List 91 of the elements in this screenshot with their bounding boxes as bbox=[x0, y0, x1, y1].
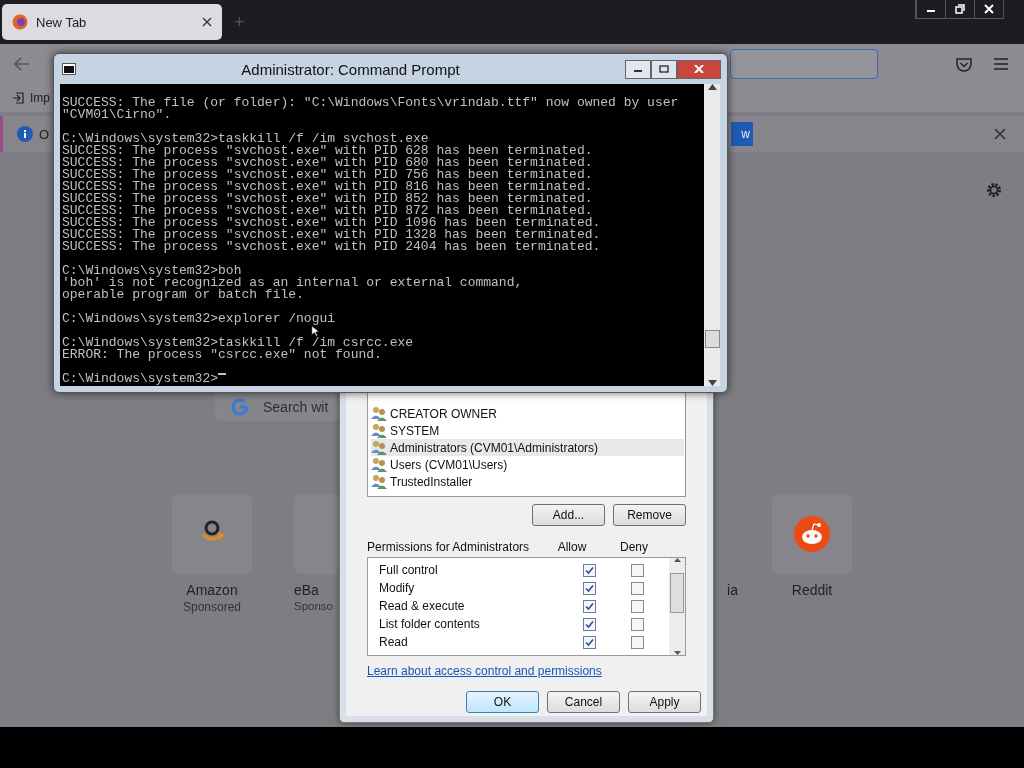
console-line: SUCCESS: The process "svchost.exe" with PID 680 has been terminated. bbox=[62, 157, 593, 169]
scrollbar-thumb[interactable] bbox=[704, 330, 720, 348]
search-field[interactable]: Search wit bbox=[215, 393, 339, 421]
permission-name: Modify bbox=[379, 581, 416, 595]
deny-checkbox[interactable] bbox=[631, 563, 644, 577]
users-icon bbox=[371, 423, 387, 438]
console-line: SUCCESS: The process "svchost.exe" with PID 852 has been terminated. bbox=[62, 193, 593, 205]
maximize-icon bbox=[659, 65, 669, 73]
robot-face-icon bbox=[794, 516, 830, 552]
scroll-up-icon[interactable] bbox=[673, 558, 681, 562]
allow-checkbox[interactable] bbox=[583, 563, 596, 577]
notice-text: O bbox=[39, 126, 50, 142]
column-header: Allow bbox=[556, 540, 588, 554]
close-icon[interactable] bbox=[202, 17, 212, 27]
permission-name: Read & execute bbox=[379, 599, 466, 613]
console-line: ERROR: The process "csrcc.exe" not found. bbox=[62, 349, 382, 361]
scroll-down-icon[interactable] bbox=[707, 380, 717, 386]
console-icon bbox=[62, 63, 76, 75]
close-icon bbox=[694, 65, 704, 73]
console-line: C:\Windows\system32>taskkill /f /im csrcc.exe bbox=[62, 337, 414, 349]
search-placeholder: Search wit bbox=[263, 399, 329, 415]
user-list-item[interactable]: Administrators (CVM01\Administrators) bbox=[371, 439, 684, 456]
notice-button[interactable]: w bbox=[731, 122, 754, 146]
search-engine-logo-icon bbox=[231, 398, 249, 416]
browser-tab[interactable]: New Tab bbox=[2, 4, 222, 40]
close-icon bbox=[984, 4, 994, 14]
users-icon bbox=[371, 406, 387, 421]
sponsored-label: Sponso bbox=[294, 600, 333, 612]
deny-checkbox[interactable] bbox=[631, 635, 644, 649]
permission-name: Read bbox=[379, 635, 409, 649]
shortcut-label[interactable]: Reddit bbox=[791, 582, 833, 598]
dialog-button[interactable]: Cancel bbox=[547, 691, 620, 713]
settings-icon[interactable] bbox=[986, 182, 1002, 198]
window-title: Administrator: Command Prompt bbox=[240, 60, 461, 78]
help-link[interactable]: Learn about access control and permissions bbox=[367, 664, 602, 678]
info-icon bbox=[17, 126, 33, 142]
bookmark-link[interactable]: Imp bbox=[30, 91, 50, 105]
allow-checkbox[interactable] bbox=[583, 581, 596, 595]
minimize-button[interactable] bbox=[625, 59, 651, 79]
user-list-item[interactable]: Users (CVM01\Users) bbox=[371, 456, 684, 473]
dialog-button[interactable]: Apply bbox=[628, 691, 701, 713]
user-list-item[interactable]: SYSTEM bbox=[371, 422, 684, 439]
address-field[interactable] bbox=[730, 49, 878, 79]
user-list-item[interactable]: CREATOR OWNER bbox=[371, 405, 684, 422]
console-line: C:\Windows\system32>explorer /nogui bbox=[62, 313, 336, 325]
deny-checkbox[interactable] bbox=[631, 581, 644, 595]
sponsored-label: Sponsored bbox=[182, 600, 241, 614]
console-line: SUCCESS: The process "svchost.exe" with PID 872 has been terminated. bbox=[62, 205, 593, 217]
scroll-down-icon[interactable] bbox=[673, 651, 681, 655]
allow-checkbox[interactable] bbox=[583, 599, 596, 613]
console-line: SUCCESS: The process "svchost.exe" with PID 1096 has been terminated. bbox=[62, 217, 601, 229]
scrollbar-thumb[interactable] bbox=[670, 572, 684, 613]
console-line: 'boh' is not recognized as an internal or external command, bbox=[62, 277, 523, 289]
console-line: SUCCESS: The process "svchost.exe" with PID 628 has been terminated. bbox=[62, 145, 593, 157]
console-line: SUCCESS: The process "svchost.exe" with PID 2404 has been terminated. bbox=[62, 241, 601, 253]
shortcut-label[interactable]: Amazon bbox=[186, 582, 238, 598]
import-icon bbox=[12, 92, 24, 104]
console-prompt: C:\Windows\system32> bbox=[62, 373, 219, 385]
shortcut-tile[interactable] bbox=[172, 494, 252, 574]
dialog-button[interactable]: OK bbox=[466, 691, 539, 713]
deny-checkbox[interactable] bbox=[631, 599, 644, 613]
shortcut-tile[interactable] bbox=[772, 494, 852, 574]
deny-checkbox[interactable] bbox=[631, 617, 644, 631]
dialog-button[interactable]: Remove bbox=[613, 504, 686, 526]
console-line: SUCCESS: The process "svchost.exe" with PID 756 has been terminated. bbox=[62, 169, 593, 181]
users-icon bbox=[371, 474, 387, 489]
console-line: C:\Windows\system32>taskkill /f /im svchost.exe bbox=[62, 133, 429, 145]
permission-name: List folder contents bbox=[379, 617, 481, 631]
users-icon bbox=[371, 457, 387, 472]
dialog-button[interactable]: Add... bbox=[532, 504, 605, 526]
user-list-item[interactable]: TrustedInstaller bbox=[371, 473, 684, 490]
restore-icon bbox=[955, 4, 965, 14]
maximize-button[interactable] bbox=[651, 59, 677, 79]
shortcut-label[interactable]: eBa bbox=[294, 582, 319, 598]
text-cursor bbox=[218, 373, 227, 375]
console-line: C:\Windows\system32>boh bbox=[62, 265, 242, 277]
shortcut-label[interactable]: ia bbox=[727, 582, 738, 598]
allow-checkbox[interactable] bbox=[583, 635, 596, 649]
users-icon bbox=[371, 440, 387, 455]
console-line: SUCCESS: The file (or folder): "C:\Windows\Fonts\vrindab.ttf" now owned by user bbox=[62, 97, 679, 109]
mouse-pointer-icon bbox=[311, 325, 320, 337]
pocket-icon[interactable] bbox=[956, 56, 972, 72]
column-header: Deny bbox=[619, 540, 649, 554]
console-line: "CVM01\Cirno". bbox=[62, 109, 172, 121]
menu-icon[interactable] bbox=[994, 58, 1008, 70]
permission-name: Full control bbox=[379, 563, 439, 577]
console-line: SUCCESS: The process "svchost.exe" with PID 1328 has been terminated. bbox=[62, 229, 601, 241]
permissions-label: Permissions for Administrators bbox=[367, 540, 531, 554]
allow-checkbox[interactable] bbox=[583, 617, 596, 631]
console-line: operable program or batch file. bbox=[62, 289, 304, 301]
console-line: SUCCESS: The process "svchost.exe" with PID 816 has been terminated. bbox=[62, 181, 593, 193]
